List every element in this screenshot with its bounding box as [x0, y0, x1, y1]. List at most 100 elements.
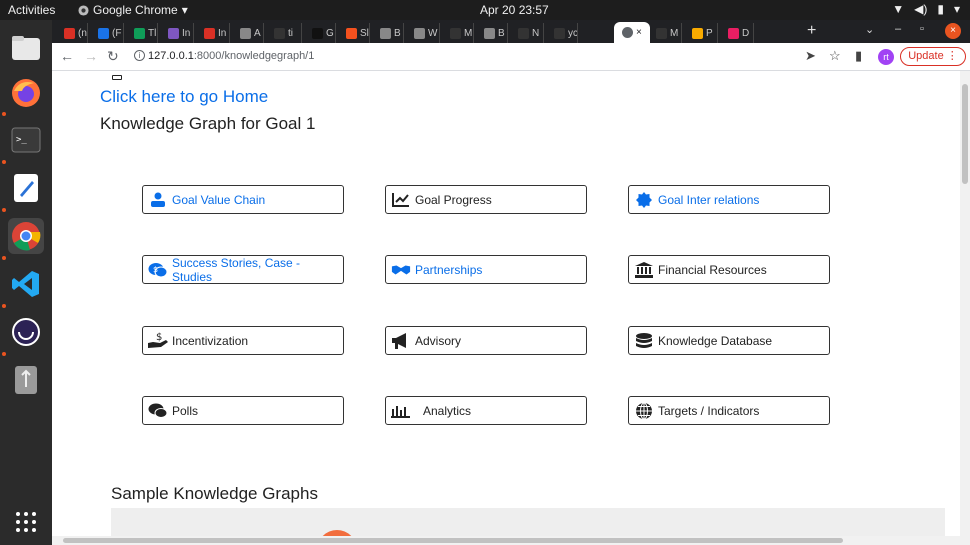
reload-button[interactable]: ↻ — [107, 48, 119, 65]
browser-tab[interactable]: M — [648, 23, 682, 43]
chrome-small-icon — [78, 4, 89, 16]
goal-value-chain-button[interactable]: Goal Value Chain — [142, 185, 344, 214]
side-panel-icon[interactable]: ▮ — [855, 48, 862, 64]
chrome-icon[interactable] — [8, 218, 44, 254]
browser-toolbar: ← → ↻ i 127.0.0.1:8000/knowledgegraph/1 … — [52, 43, 970, 71]
handshake-icon — [391, 261, 411, 279]
globe-icon — [634, 402, 654, 420]
vscode-icon[interactable] — [8, 266, 44, 302]
app-menu[interactable]: Google Chrome ▾ — [78, 3, 188, 17]
tab-favicon-icon — [656, 27, 667, 39]
home-link[interactable]: Click here to go Home — [100, 87, 268, 107]
success-stories-button[interactable]: $ Success Stories, Case - Studies — [142, 255, 344, 284]
advisory-button[interactable]: Advisory — [385, 326, 587, 355]
files-icon[interactable] — [8, 30, 44, 66]
system-top-bar: Activities Google Chrome ▾ Apr 20 23:57 … — [0, 0, 970, 20]
browser-tab[interactable]: N — [510, 23, 544, 43]
forward-button[interactable]: → — [84, 48, 98, 64]
back-button[interactable]: ← — [60, 48, 74, 64]
browser-tab[interactable]: Tl — [126, 23, 158, 43]
running-indicator — [2, 304, 6, 308]
eclipse-icon[interactable] — [8, 314, 44, 350]
browser-tab[interactable]: P — [684, 23, 718, 43]
tab-label: (n — [78, 27, 87, 39]
url-path: :8000/knowledgegraph/1 — [193, 50, 315, 62]
new-tab-button[interactable]: + — [807, 22, 816, 40]
browser-tab[interactable]: G — [304, 23, 336, 43]
profile-avatar[interactable]: rt — [878, 49, 894, 65]
clock[interactable]: Apr 20 23:57 — [480, 3, 549, 17]
tab-label: yc — [568, 27, 578, 39]
comments-dollar-icon: $ — [148, 261, 168, 279]
url-host: 127.0.0.1 — [148, 50, 194, 62]
chevron-down-icon: ▾ — [953, 2, 960, 16]
polls-button[interactable]: Polls — [142, 396, 344, 425]
tab-favicon-icon — [554, 27, 565, 39]
financial-resources-button[interactable]: Financial Resources — [628, 255, 830, 284]
tab-favicon-icon — [64, 27, 75, 39]
browser-tab[interactable]: Sl — [338, 23, 370, 43]
address-bar[interactable]: 127.0.0.1:8000/knowledgegraph/1 — [148, 50, 314, 62]
browser-tab[interactable]: W — [406, 23, 440, 43]
tab-favicon-icon — [312, 27, 323, 39]
browser-tab[interactable]: D — [720, 23, 754, 43]
system-tray[interactable]: ▼ ◀) ▮ ▾ — [892, 2, 960, 16]
text-editor-icon[interactable] — [8, 170, 44, 206]
terminal-icon[interactable]: >_ — [8, 122, 44, 158]
activities-button[interactable]: Activities — [8, 3, 55, 17]
chart-line-icon — [391, 191, 411, 209]
app-grid-icon[interactable] — [8, 504, 44, 540]
button-label: Incentivization — [172, 333, 249, 348]
tab-favicon-icon — [692, 27, 703, 39]
button-label: Goal Progress — [415, 192, 492, 207]
svg-text:$: $ — [156, 332, 162, 343]
browser-tab[interactable]: (F — [90, 23, 124, 43]
svg-text:$: $ — [153, 265, 158, 274]
tab-close-icon[interactable]: × — [636, 27, 642, 38]
browser-tab[interactable]: M — [442, 23, 474, 43]
partnerships-button[interactable]: Partnerships — [385, 255, 587, 284]
analytics-button[interactable]: Analytics — [385, 396, 587, 425]
app-name-label: Google Chrome — [93, 3, 178, 17]
user-chain-icon — [148, 191, 168, 209]
firefox-icon[interactable] — [8, 75, 44, 111]
site-info-icon[interactable]: i — [134, 50, 145, 61]
active-browser-tab[interactable]: × — [614, 22, 650, 43]
send-icon[interactable]: ➤ — [805, 48, 816, 64]
browser-tab[interactable]: ti — [266, 23, 302, 43]
button-label: Knowledge Database — [658, 333, 773, 348]
targets-indicators-button[interactable]: Targets / Indicators — [628, 396, 830, 425]
restore-icon[interactable]: ▫ — [920, 23, 924, 35]
horizontal-scroll-thumb[interactable] — [63, 538, 843, 543]
browser-tab[interactable]: B — [476, 23, 508, 43]
minimize-icon[interactable]: – — [895, 23, 901, 35]
tab-favicon-icon — [98, 27, 109, 39]
browser-tab[interactable]: B — [372, 23, 404, 43]
megaphone-icon — [391, 332, 411, 350]
running-indicator — [2, 256, 6, 260]
goal-progress-button[interactable]: Goal Progress — [385, 185, 587, 214]
tab-search-icon[interactable]: ⌄ — [865, 23, 874, 36]
bookmark-star-icon[interactable]: ☆ — [829, 48, 841, 64]
goal-inter-relations-button[interactable]: Goal Inter relations — [628, 185, 830, 214]
knowledge-database-button[interactable]: Knowledge Database — [628, 326, 830, 355]
tab-label: D — [742, 27, 750, 39]
running-indicator — [2, 208, 6, 212]
tab-label: B — [394, 27, 401, 39]
close-window-button[interactable]: × — [945, 23, 961, 39]
browser-tab[interactable]: In — [196, 23, 230, 43]
vertical-scroll-thumb[interactable] — [962, 84, 968, 184]
usb-drive-icon[interactable] — [8, 362, 44, 398]
browser-tab[interactable]: In — [160, 23, 194, 43]
browser-tab[interactable]: A — [232, 23, 264, 43]
badge-icon — [634, 191, 654, 209]
tab-label: In — [182, 27, 191, 39]
browser-tab[interactable]: (n — [56, 23, 88, 43]
navbar-toggle-icon[interactable] — [112, 75, 122, 80]
tab-favicon-icon — [346, 27, 357, 39]
tab-favicon-icon — [240, 27, 251, 39]
update-button[interactable]: Update ⋮ — [900, 47, 966, 66]
browser-tab[interactable]: yc — [546, 23, 578, 43]
incentivization-button[interactable]: $ Incentivization — [142, 326, 344, 355]
button-label: Goal Inter relations — [658, 192, 760, 207]
